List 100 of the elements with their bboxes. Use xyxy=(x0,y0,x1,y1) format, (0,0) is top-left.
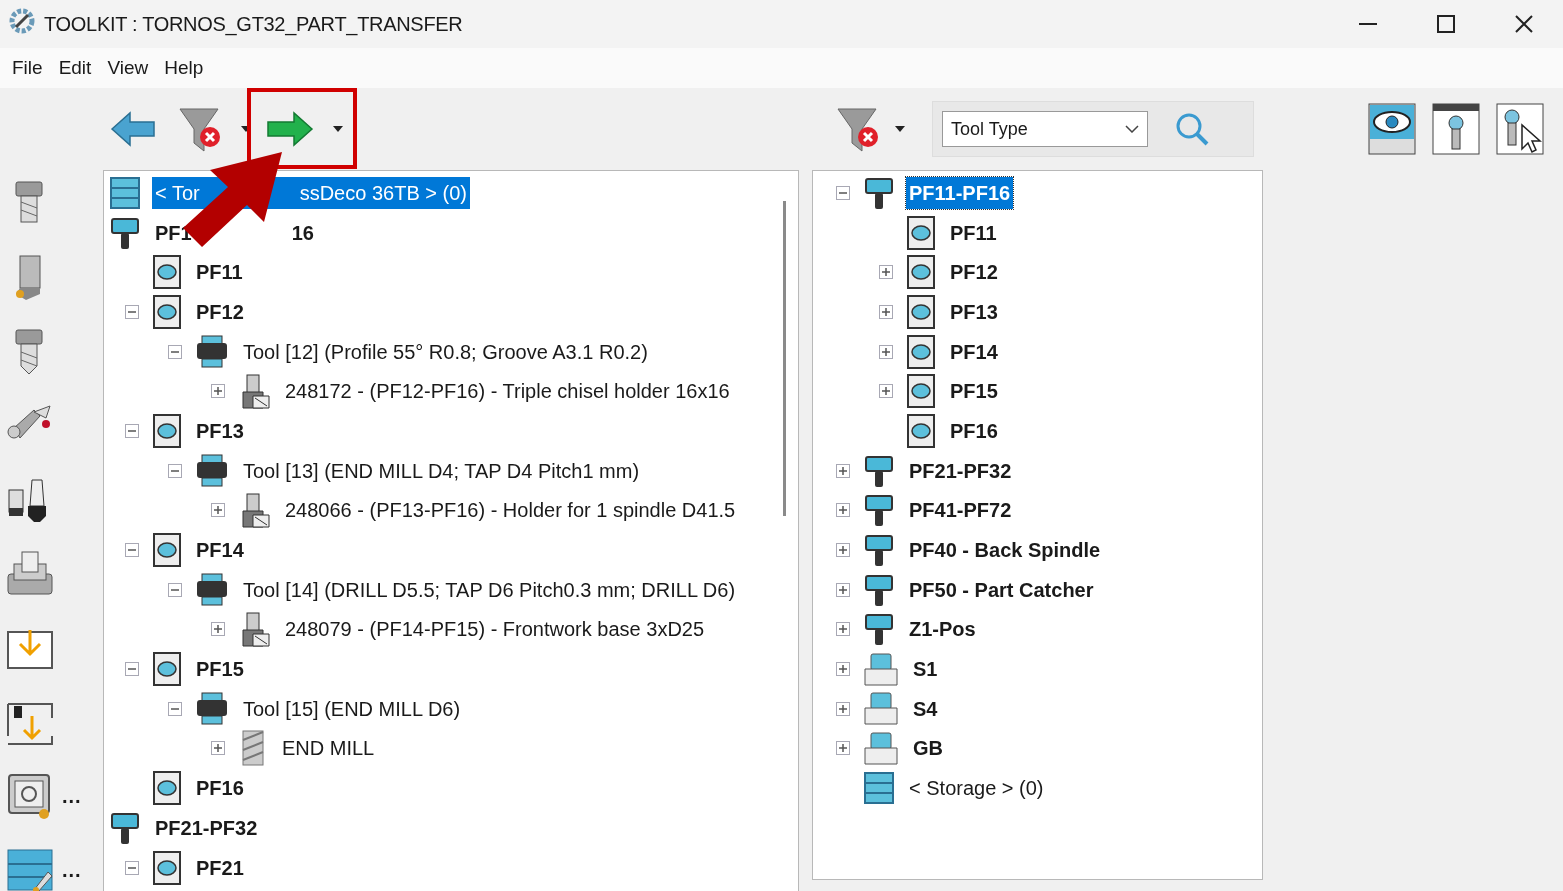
station-icon xyxy=(907,374,935,409)
tree-item[interactable]: PF13 xyxy=(193,414,247,447)
collapse-toggle[interactable] xyxy=(124,662,139,677)
expand-toggle[interactable] xyxy=(835,543,850,558)
tree-item[interactable]: PF12 xyxy=(947,256,1001,289)
tree-item[interactable]: < Storage > (0) xyxy=(906,772,1047,805)
tree-item[interactable]: PF11 xyxy=(193,256,246,289)
menu-item[interactable]: Edit xyxy=(50,53,100,83)
tree-item[interactable]: PF12 xyxy=(193,295,247,328)
more-options-icon[interactable]: ... xyxy=(62,781,82,811)
expand-toggle[interactable] xyxy=(210,622,225,637)
tree-item[interactable]: Tool [12] (Profile 55° R0.8; Groove A3.1 R0.2) xyxy=(240,335,651,368)
expand-toggle[interactable] xyxy=(878,265,893,280)
tool-type-dropdown[interactable]: Tool Type xyxy=(942,111,1148,147)
tree-item[interactable]: PF40 - Back Spindle xyxy=(906,534,1104,567)
tree-item[interactable]: GB xyxy=(910,732,946,765)
station-icon xyxy=(153,771,181,806)
scrollbar-thumb[interactable] xyxy=(783,201,786,516)
station-icon xyxy=(907,334,935,369)
collapse-toggle[interactable] xyxy=(167,582,182,597)
tree-item[interactable]: Z1-Pos xyxy=(906,613,979,646)
tree-item[interactable]: PF11 xyxy=(947,216,1000,249)
tree-item[interactable]: Tool [13] (END MILL D4; TAP D4 Pitch1 mm) xyxy=(240,454,643,487)
expand-toggle[interactable] xyxy=(878,344,893,359)
tree-item[interactable]: PF41-PF72 xyxy=(906,494,1015,527)
tree-item[interactable]: Tool [15] (END MILL D6) xyxy=(240,692,464,725)
station-icon xyxy=(153,652,181,687)
tree-item[interactable]: 248066 - (PF13-PF16) - Holder for 1 spindle D41.5 xyxy=(282,494,739,527)
tree-item[interactable]: END MILL xyxy=(279,732,378,765)
expand-toggle[interactable] xyxy=(835,463,850,478)
tree-item-text: 16 xyxy=(291,220,314,246)
tree-item[interactable]: S4 xyxy=(910,692,941,725)
tree-item[interactable]: PF50 - Part Catcher xyxy=(906,573,1097,606)
tree-item[interactable]: PF21 xyxy=(193,851,247,884)
station-icon xyxy=(153,850,181,885)
close-icon[interactable] xyxy=(1515,15,1533,33)
expand-toggle[interactable] xyxy=(210,741,225,756)
collapse-toggle[interactable] xyxy=(167,344,182,359)
tool-block-icon xyxy=(196,692,228,726)
forward-arrow-icon[interactable] xyxy=(266,111,314,147)
collapse-toggle[interactable] xyxy=(124,304,139,319)
tree-item[interactable]: PF11-PF16 xyxy=(906,176,1014,209)
collapse-toggle[interactable] xyxy=(124,860,139,875)
expand-toggle[interactable] xyxy=(835,662,850,677)
storage-icon xyxy=(110,176,140,209)
eye-view-icon[interactable] xyxy=(1368,103,1416,155)
tree-item[interactable]: PF16 xyxy=(947,414,1001,447)
tree-item[interactable]: PF16 xyxy=(193,772,247,805)
expand-toggle[interactable] xyxy=(835,582,850,597)
collapse-toggle[interactable] xyxy=(167,463,182,478)
tree-item[interactable]: PF15 xyxy=(193,653,247,686)
expand-toggle[interactable] xyxy=(835,701,850,716)
stand-icon xyxy=(864,692,898,726)
app-gear-icon xyxy=(8,6,36,35)
expand-toggle[interactable] xyxy=(878,304,893,319)
machine-icon[interactable] xyxy=(6,550,54,598)
tool-block-icon xyxy=(196,454,228,488)
tool-window-icon[interactable] xyxy=(1432,103,1480,155)
spindle-icon xyxy=(864,454,894,487)
more-options-icon[interactable]: ... xyxy=(62,855,82,885)
tree-item-text: < Tor xyxy=(155,180,200,206)
spindle-icon xyxy=(110,216,140,249)
tree-item[interactable]: PF13 xyxy=(947,295,1001,328)
storage-edit-icon[interactable] xyxy=(6,846,54,891)
collapse-toggle[interactable] xyxy=(124,423,139,438)
tree-item[interactable]: 248079 - (PF14-PF15) - Frontwork base 3xD25 xyxy=(282,613,708,646)
expand-toggle[interactable] xyxy=(835,741,850,756)
tree-item[interactable]: PF21-PF32 xyxy=(152,811,261,844)
expand-toggle[interactable] xyxy=(210,384,225,399)
storage-icon xyxy=(864,772,894,805)
station-icon xyxy=(153,413,181,448)
collapse-toggle[interactable] xyxy=(835,185,850,200)
collapse-toggle[interactable] xyxy=(124,543,139,558)
tree-item[interactable]: PF14 xyxy=(193,534,247,567)
stand-icon xyxy=(864,731,898,765)
station-icon xyxy=(153,294,181,329)
tree-item[interactable]: PF15 xyxy=(947,375,1001,408)
maximize-icon[interactable] xyxy=(1437,15,1455,33)
expand-toggle[interactable] xyxy=(835,622,850,637)
menu-item[interactable]: Help xyxy=(156,53,212,83)
back-arrow-icon[interactable] xyxy=(110,111,156,147)
tool-holder-icon xyxy=(239,492,270,528)
search-icon[interactable] xyxy=(1174,111,1210,147)
tree-item[interactable]: PF14 xyxy=(947,335,1001,368)
expand-toggle[interactable] xyxy=(878,384,893,399)
tree-item[interactable]: S1 xyxy=(910,653,941,686)
menu-item[interactable]: View xyxy=(99,53,157,83)
tree-item[interactable]: 248172 - (PF12-PF16) - Triple chisel holder 16x16 xyxy=(282,375,733,408)
menu-item[interactable]: File xyxy=(4,53,51,83)
tool-holder-icon xyxy=(239,611,270,647)
spindle-icon xyxy=(864,534,894,567)
spindle-icon xyxy=(864,573,894,606)
tree-item[interactable]: Tool [14] (DRILL D5.5; TAP D6 Pitch0.3 mm; DRILL D6) xyxy=(240,573,739,606)
tool-select-icon[interactable] xyxy=(1496,103,1544,155)
expand-toggle[interactable] xyxy=(835,503,850,518)
tool-holder-icon xyxy=(239,373,270,409)
tree-item[interactable]: PF21-PF32 xyxy=(906,454,1015,487)
spindle-icon xyxy=(864,494,894,527)
collapse-toggle[interactable] xyxy=(167,701,182,716)
expand-toggle[interactable] xyxy=(210,503,225,518)
